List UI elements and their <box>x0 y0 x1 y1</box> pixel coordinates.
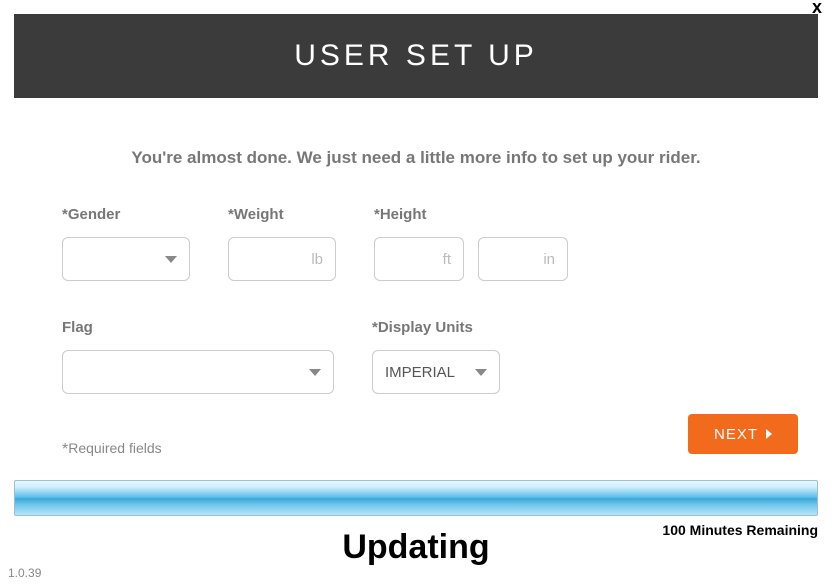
subtitle-text: You're almost done. We just need a littl… <box>0 148 832 168</box>
field-gender: *Gender <box>62 206 190 281</box>
field-height: *Height ft in <box>374 206 568 281</box>
next-button[interactable]: NEXT <box>688 414 798 454</box>
label-weight: *Weight <box>228 206 336 223</box>
chevron-down-icon <box>309 369 321 376</box>
field-flag: Flag <box>62 319 334 394</box>
label-gender: *Gender <box>62 206 190 223</box>
close-icon[interactable]: x <box>812 0 822 14</box>
version-label: 1.0.39 <box>8 566 41 580</box>
chevron-down-icon <box>165 256 177 263</box>
next-button-label: NEXT <box>714 426 758 443</box>
height-in-unit: in <box>543 251 555 268</box>
flag-select[interactable] <box>62 350 334 394</box>
progress-bar <box>14 480 818 516</box>
field-weight: *Weight lb <box>228 206 336 281</box>
height-ft-input[interactable] <box>387 238 439 280</box>
status-text: Updating <box>0 528 832 567</box>
gender-select[interactable] <box>62 237 190 281</box>
setup-form: *Gender *Weight lb *Height ft <box>62 206 770 394</box>
height-in-wrap: in <box>478 237 568 281</box>
display-units-value: IMPERIAL <box>385 364 455 381</box>
label-display-units: *Display Units <box>372 319 500 336</box>
label-flag: Flag <box>62 319 334 336</box>
label-height: *Height <box>374 206 568 223</box>
required-fields-note: *Required fields <box>62 440 162 459</box>
display-units-select[interactable]: IMPERIAL <box>372 350 500 394</box>
weight-unit: lb <box>311 251 323 268</box>
height-ft-wrap: ft <box>374 237 464 281</box>
page-title: USER SET UP <box>294 39 538 73</box>
height-ft-unit: ft <box>443 251 451 268</box>
header-bar: USER SET UP <box>14 14 818 98</box>
field-display-units: *Display Units IMPERIAL <box>372 319 500 394</box>
weight-input-wrap: lb <box>228 237 336 281</box>
height-in-input[interactable] <box>491 238 539 280</box>
chevron-down-icon <box>475 369 487 376</box>
weight-input[interactable] <box>241 238 307 280</box>
chevron-right-icon <box>766 429 772 439</box>
